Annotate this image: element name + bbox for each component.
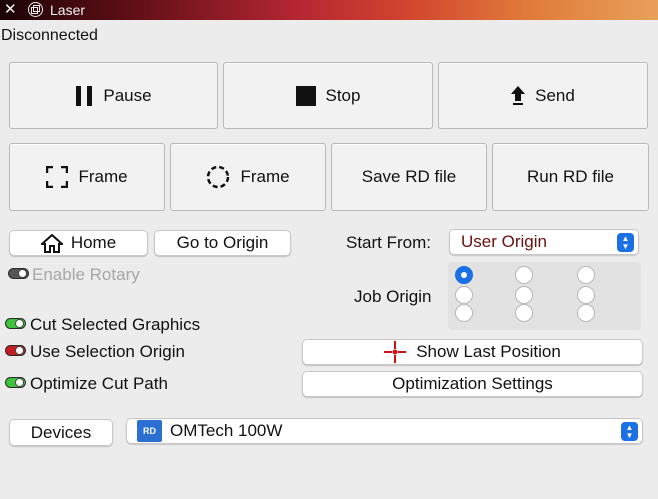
use-selection-origin-toggle[interactable] xyxy=(5,345,26,356)
optimize-cut-path-label: Optimize Cut Path xyxy=(30,374,168,393)
crosshair-icon xyxy=(384,341,407,363)
go-to-origin-label: Go to Origin xyxy=(176,233,269,252)
home-label: Home xyxy=(70,233,117,252)
enable-rotary-label: Enable Rotary xyxy=(32,265,140,284)
job-origin-top-left-radio[interactable] xyxy=(455,266,473,284)
frame-rect-label: Frame xyxy=(78,167,128,186)
frame-rect-icon xyxy=(46,166,69,188)
show-last-position-button[interactable]: Show Last Position xyxy=(302,339,643,365)
title-bar: ✕ Laser xyxy=(0,0,658,20)
job-origin-grid xyxy=(448,262,641,330)
device-select[interactable]: RD OMTech 100W ▲ ▼ xyxy=(126,418,643,444)
device-select-value: OMTech 100W xyxy=(170,421,283,440)
ruida-logo-icon: RD xyxy=(137,420,162,442)
devices-button[interactable]: Devices xyxy=(9,419,113,446)
cut-selected-graphics-label: Cut Selected Graphics xyxy=(30,315,201,334)
job-origin-mid-left-radio[interactable] xyxy=(455,286,473,304)
save-rd-file-button[interactable]: Save RD file xyxy=(331,143,487,211)
frame-circle-button[interactable]: Frame xyxy=(170,143,326,211)
start-from-label: Start From: xyxy=(346,233,432,252)
job-origin-bottom-right-radio[interactable] xyxy=(577,304,595,322)
optimization-settings-button[interactable]: Optimization Settings xyxy=(302,371,643,397)
job-origin-top-right-radio[interactable] xyxy=(577,266,595,284)
stop-label: Stop xyxy=(325,85,361,105)
close-icon[interactable]: ✕ xyxy=(4,0,17,20)
job-origin-bottom-center-radio[interactable] xyxy=(515,304,533,322)
pause-label: Pause xyxy=(103,85,152,105)
frame-circle-icon xyxy=(206,165,230,189)
stop-icon xyxy=(295,85,316,106)
job-origin-top-center-radio[interactable] xyxy=(515,266,533,284)
start-from-value: User Origin xyxy=(461,232,547,251)
send-button[interactable]: Send xyxy=(438,62,648,129)
job-origin-bottom-left-radio[interactable] xyxy=(455,304,473,322)
pause-icon xyxy=(75,85,93,107)
chevron-updown-icon: ▲ ▼ xyxy=(617,233,634,252)
home-icon xyxy=(40,233,63,253)
cut-selected-graphics-toggle[interactable] xyxy=(5,318,26,329)
stop-button[interactable]: Stop xyxy=(223,62,433,129)
start-from-select[interactable]: User Origin ▲ ▼ xyxy=(449,229,639,255)
show-last-position-label: Show Last Position xyxy=(416,342,561,361)
pause-button[interactable]: Pause xyxy=(9,62,218,129)
job-origin-mid-right-radio[interactable] xyxy=(577,286,595,304)
home-button[interactable]: Home xyxy=(9,230,148,256)
go-to-origin-button[interactable]: Go to Origin xyxy=(154,230,291,256)
enable-rotary-toggle[interactable] xyxy=(8,268,29,279)
job-origin-center-radio[interactable] xyxy=(515,286,533,304)
save-rd-file-label: Save RD file xyxy=(361,167,457,186)
optimization-settings-label: Optimization Settings xyxy=(392,374,553,393)
devices-label: Devices xyxy=(30,422,92,442)
restore-icon[interactable] xyxy=(28,2,43,17)
run-rd-file-label: Run RD file xyxy=(527,167,614,186)
upload-arrow-icon xyxy=(511,85,526,106)
connection-status: Disconnected xyxy=(1,27,98,44)
optimize-cut-path-toggle[interactable] xyxy=(5,377,26,388)
use-selection-origin-label: Use Selection Origin xyxy=(30,342,185,361)
chevron-updown-icon: ▲ ▼ xyxy=(621,422,638,441)
frame-rect-button[interactable]: Frame xyxy=(9,143,165,211)
job-origin-label: Job Origin xyxy=(354,287,432,306)
window-title: Laser xyxy=(50,2,86,18)
run-rd-file-button[interactable]: Run RD file xyxy=(492,143,649,211)
send-label: Send xyxy=(535,85,575,105)
frame-circle-label: Frame xyxy=(240,167,290,186)
